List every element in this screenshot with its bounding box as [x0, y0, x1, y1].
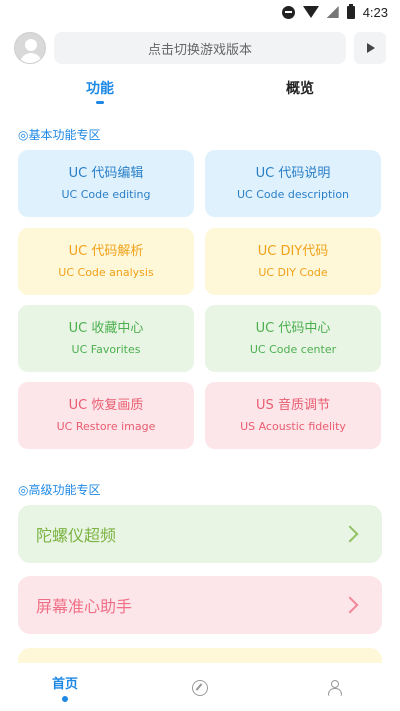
nav-discover[interactable]: [135, 663, 265, 711]
card-title: UC 代码中心: [255, 320, 331, 336]
card-subtitle: UC Code analysis: [58, 265, 154, 279]
bottom-nav: 首页: [0, 663, 400, 711]
top-tabs: 功能 概览: [0, 78, 400, 108]
card-uc-code-description[interactable]: UC 代码说明 UC Code description: [205, 150, 381, 217]
card-uc-code-analysis[interactable]: UC 代码解析 UC Code analysis: [18, 228, 194, 295]
status-bar: 4:23: [0, 0, 400, 24]
header: 点击切换游戏版本: [14, 32, 386, 64]
card-subtitle: UC Code center: [249, 342, 337, 356]
user-icon-head: [331, 680, 339, 688]
card-title: UC DIY代码: [257, 243, 329, 259]
play-icon: [367, 43, 375, 53]
gyroscope-overclock-item[interactable]: 陀螺仪超频: [18, 505, 382, 563]
chevron-right-icon: [341, 525, 359, 543]
card-title: UC 恢复画质: [68, 397, 144, 413]
compass-icon: [192, 680, 208, 696]
card-uc-diy-code[interactable]: UC DIY代码 UC DIY Code: [205, 228, 381, 295]
item-label: 陀螺仪超频: [36, 526, 117, 545]
user-icon-body: [328, 688, 342, 696]
active-tab-indicator: [96, 101, 104, 104]
avatar[interactable]: [14, 32, 46, 64]
card-us-acoustic-fidelity[interactable]: US 音质调节 US Acoustic fidelity: [205, 382, 381, 449]
basic-section-title: ◎基本功能专区: [18, 128, 101, 142]
tab-functions[interactable]: 功能: [86, 78, 114, 98]
card-title: UC 收藏中心: [68, 320, 144, 336]
card-subtitle: UC Code description: [236, 187, 350, 201]
status-time: 4:23: [362, 4, 388, 20]
card-title: US 音质调节: [256, 397, 330, 413]
tab-overview[interactable]: 概览: [286, 78, 314, 98]
card-uc-code-editing[interactable]: UC 代码编辑 UC Code editing: [18, 150, 194, 217]
game-version-selector[interactable]: 点击切换游戏版本: [54, 32, 346, 64]
card-title: UC 代码说明: [255, 165, 331, 181]
card-subtitle: UC Restore image: [56, 419, 156, 433]
card-title: UC 代码解析: [68, 243, 144, 259]
play-button[interactable]: [354, 32, 386, 64]
card-subtitle: UC DIY Code: [258, 265, 328, 279]
card-subtitle: UC Favorites: [71, 342, 141, 356]
advanced-section-title: ◎高级功能专区: [18, 483, 101, 497]
active-indicator-dot: [62, 696, 68, 702]
card-subtitle: UC Code editing: [61, 187, 151, 201]
card-title: UC 代码编辑: [68, 165, 144, 181]
nav-home-label: 首页: [51, 677, 78, 692]
do-not-disturb-icon: [281, 5, 295, 19]
avatar-body-shape: [20, 53, 42, 63]
battery-icon: [346, 3, 355, 19]
chevron-right-icon: [341, 596, 359, 614]
card-subtitle: US Acoustic fidelity: [240, 419, 346, 433]
card-uc-code-center[interactable]: UC 代码中心 UC Code center: [205, 305, 381, 372]
wifi-icon: [302, 6, 319, 18]
item-label: 屏幕准心助手: [36, 597, 133, 616]
screen-crosshair-item[interactable]: 屏幕准心助手: [18, 576, 382, 634]
signal-icon: [326, 6, 339, 18]
avatar-head-shape: [25, 39, 37, 51]
game-version-selector-label: 点击切换游戏版本: [147, 42, 252, 58]
nav-profile[interactable]: [270, 663, 400, 711]
card-uc-restore-image[interactable]: UC 恢复画质 UC Restore image: [18, 382, 194, 449]
user-icon: [327, 680, 343, 696]
nav-home[interactable]: 首页: [0, 663, 130, 711]
card-uc-favorites[interactable]: UC 收藏中心 UC Favorites: [18, 305, 194, 372]
